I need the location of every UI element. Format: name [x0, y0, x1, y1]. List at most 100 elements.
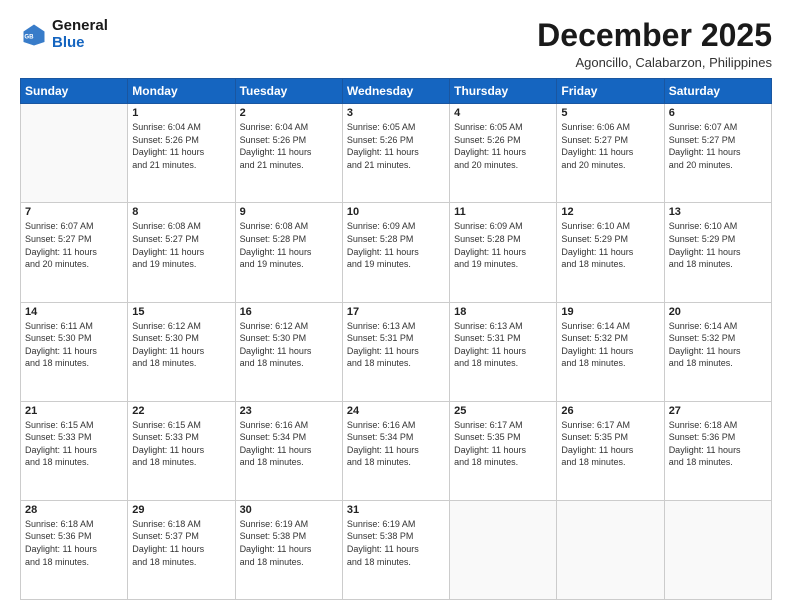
svg-text:GB: GB	[24, 33, 34, 40]
table-row: 10Sunrise: 6:09 AM Sunset: 5:28 PM Dayli…	[342, 203, 449, 302]
table-row: 27 Sunrise: 6:18 AM Sunset: 5:36 PM Dayli…	[664, 401, 771, 500]
day-info: Sunrise: 6:12 AM Sunset: 5:30 PM Dayligh…	[240, 320, 338, 370]
table-row	[664, 500, 771, 599]
table-row: 31 Sunrise: 6:19 AM Sunset: 5:38 PM Dayli…	[342, 500, 449, 599]
table-row	[557, 500, 664, 599]
day-info: Sunrise: 6:13 AM Sunset: 5:31 PM Dayligh…	[454, 320, 552, 370]
day-info: Sunrise: 6:18 AM Sunset: 5:37 PM Dayligh…	[132, 518, 230, 568]
day-number: 13	[669, 206, 767, 218]
table-row	[21, 104, 128, 203]
day-info: Sunrise: 6:19 AM Sunset: 5:38 PM Dayligh…	[347, 518, 445, 568]
day-number: 29	[132, 504, 230, 516]
table-row: 18 Sunrise: 6:13 AM Sunset: 5:31 PM Dayli…	[450, 302, 557, 401]
calendar-header-row: Sunday Monday Tuesday Wednesday Thursday…	[21, 79, 772, 104]
logo-icon: GB	[20, 21, 48, 49]
day-info: Sunrise: 6:04 AM Sunset: 5:26 PM Dayligh…	[240, 121, 338, 171]
day-info: Sunrise: 6:08 AM Sunset: 5:27 PM Dayligh…	[132, 220, 230, 270]
day-info: Sunrise: 6:05 AM Sunset: 5:26 PM Dayligh…	[347, 121, 445, 171]
col-wednesday: Wednesday	[342, 79, 449, 104]
day-info: Sunrise: 6:08 AM Sunset: 5:28 PM Dayligh…	[240, 220, 338, 270]
day-info: Sunrise: 6:18 AM Sunset: 5:36 PM Dayligh…	[25, 518, 123, 568]
day-number: 27	[669, 405, 767, 417]
day-info: Sunrise: 6:07 AM Sunset: 5:27 PM Dayligh…	[669, 121, 767, 171]
calendar-week-row: 1 Sunrise: 6:04 AM Sunset: 5:26 PM Daylig…	[21, 104, 772, 203]
logo: GB General Blue	[20, 18, 108, 51]
day-info: Sunrise: 6:04 AM Sunset: 5:26 PM Dayligh…	[132, 121, 230, 171]
day-number: 31	[347, 504, 445, 516]
table-row: 22 Sunrise: 6:15 AM Sunset: 5:33 PM Dayli…	[128, 401, 235, 500]
col-monday: Monday	[128, 79, 235, 104]
day-info: Sunrise: 6:11 AM Sunset: 5:30 PM Dayligh…	[25, 320, 123, 370]
day-info: Sunrise: 6:14 AM Sunset: 5:32 PM Dayligh…	[561, 320, 659, 370]
day-number: 19	[561, 306, 659, 318]
table-row: 24Sunrise: 6:16 AM Sunset: 5:34 PM Dayli…	[342, 401, 449, 500]
day-number: 25	[454, 405, 552, 417]
table-row: 4 Sunrise: 6:05 AM Sunset: 5:26 PM Daylig…	[450, 104, 557, 203]
col-friday: Friday	[557, 79, 664, 104]
day-info: Sunrise: 6:17 AM Sunset: 5:35 PM Dayligh…	[561, 419, 659, 469]
col-tuesday: Tuesday	[235, 79, 342, 104]
day-number: 15	[132, 306, 230, 318]
col-thursday: Thursday	[450, 79, 557, 104]
table-row: 13 Sunrise: 6:10 AM Sunset: 5:29 PM Dayli…	[664, 203, 771, 302]
table-row: 14 Sunrise: 6:11 AM Sunset: 5:30 PM Dayli…	[21, 302, 128, 401]
table-row: 29 Sunrise: 6:18 AM Sunset: 5:37 PM Dayli…	[128, 500, 235, 599]
col-saturday: Saturday	[664, 79, 771, 104]
day-number: 22	[132, 405, 230, 417]
day-info: Sunrise: 6:15 AM Sunset: 5:33 PM Dayligh…	[132, 419, 230, 469]
day-info: Sunrise: 6:10 AM Sunset: 5:29 PM Dayligh…	[669, 220, 767, 270]
day-number: 30	[240, 504, 338, 516]
day-number: 26	[561, 405, 659, 417]
day-number: 11	[454, 206, 552, 218]
table-row: 20Sunrise: 6:14 AM Sunset: 5:32 PM Dayli…	[664, 302, 771, 401]
day-info: Sunrise: 6:05 AM Sunset: 5:26 PM Dayligh…	[454, 121, 552, 171]
day-number: 16	[240, 306, 338, 318]
table-row: 11 Sunrise: 6:09 AM Sunset: 5:28 PM Dayli…	[450, 203, 557, 302]
day-info: Sunrise: 6:06 AM Sunset: 5:27 PM Dayligh…	[561, 121, 659, 171]
day-number: 2	[240, 107, 338, 119]
table-row: 8 Sunrise: 6:08 AM Sunset: 5:27 PM Daylig…	[128, 203, 235, 302]
table-row: 28Sunrise: 6:18 AM Sunset: 5:36 PM Dayli…	[21, 500, 128, 599]
table-row: 16 Sunrise: 6:12 AM Sunset: 5:30 PM Dayli…	[235, 302, 342, 401]
table-row: 15Sunrise: 6:12 AM Sunset: 5:30 PM Dayli…	[128, 302, 235, 401]
table-row: 7Sunrise: 6:07 AM Sunset: 5:27 PM Daylig…	[21, 203, 128, 302]
table-row: 2 Sunrise: 6:04 AM Sunset: 5:26 PM Daylig…	[235, 104, 342, 203]
day-number: 3	[347, 107, 445, 119]
day-info: Sunrise: 6:09 AM Sunset: 5:28 PM Dayligh…	[347, 220, 445, 270]
table-row	[450, 500, 557, 599]
day-number: 18	[454, 306, 552, 318]
day-number: 7	[25, 206, 123, 218]
day-number: 12	[561, 206, 659, 218]
table-row: 25 Sunrise: 6:17 AM Sunset: 5:35 PM Dayli…	[450, 401, 557, 500]
table-row: 3 Sunrise: 6:05 AM Sunset: 5:26 PM Daylig…	[342, 104, 449, 203]
title-area: December 2025 Agoncillo, Calabarzon, Phi…	[537, 18, 772, 70]
table-row: 1 Sunrise: 6:04 AM Sunset: 5:26 PM Daylig…	[128, 104, 235, 203]
calendar-week-row: 7Sunrise: 6:07 AM Sunset: 5:27 PM Daylig…	[21, 203, 772, 302]
calendar-week-row: 14 Sunrise: 6:11 AM Sunset: 5:30 PM Dayli…	[21, 302, 772, 401]
calendar-week-row: 21 Sunrise: 6:15 AM Sunset: 5:33 PM Dayli…	[21, 401, 772, 500]
day-number: 4	[454, 107, 552, 119]
day-info: Sunrise: 6:18 AM Sunset: 5:36 PM Dayligh…	[669, 419, 767, 469]
location: Agoncillo, Calabarzon, Philippines	[537, 55, 772, 70]
table-row: 12 Sunrise: 6:10 AM Sunset: 5:29 PM Dayli…	[557, 203, 664, 302]
day-info: Sunrise: 6:19 AM Sunset: 5:38 PM Dayligh…	[240, 518, 338, 568]
day-info: Sunrise: 6:13 AM Sunset: 5:31 PM Dayligh…	[347, 320, 445, 370]
day-info: Sunrise: 6:17 AM Sunset: 5:35 PM Dayligh…	[454, 419, 552, 469]
month-title: December 2025	[537, 18, 772, 53]
logo-blue: Blue	[52, 34, 85, 51]
day-number: 9	[240, 206, 338, 218]
day-info: Sunrise: 6:10 AM Sunset: 5:29 PM Dayligh…	[561, 220, 659, 270]
day-number: 5	[561, 107, 659, 119]
day-number: 21	[25, 405, 123, 417]
day-number: 1	[132, 107, 230, 119]
day-number: 14	[25, 306, 123, 318]
table-row: 9 Sunrise: 6:08 AM Sunset: 5:28 PM Daylig…	[235, 203, 342, 302]
day-info: Sunrise: 6:09 AM Sunset: 5:28 PM Dayligh…	[454, 220, 552, 270]
day-number: 6	[669, 107, 767, 119]
table-row: 21Sunrise: 6:15 AM Sunset: 5:33 PM Dayli…	[21, 401, 128, 500]
day-number: 8	[132, 206, 230, 218]
table-row: 30 Sunrise: 6:19 AM Sunset: 5:38 PM Dayli…	[235, 500, 342, 599]
table-row: 5 Sunrise: 6:06 AM Sunset: 5:27 PM Daylig…	[557, 104, 664, 203]
table-row: 19 Sunrise: 6:14 AM Sunset: 5:32 PM Dayli…	[557, 302, 664, 401]
day-info: Sunrise: 6:14 AM Sunset: 5:32 PM Dayligh…	[669, 320, 767, 370]
